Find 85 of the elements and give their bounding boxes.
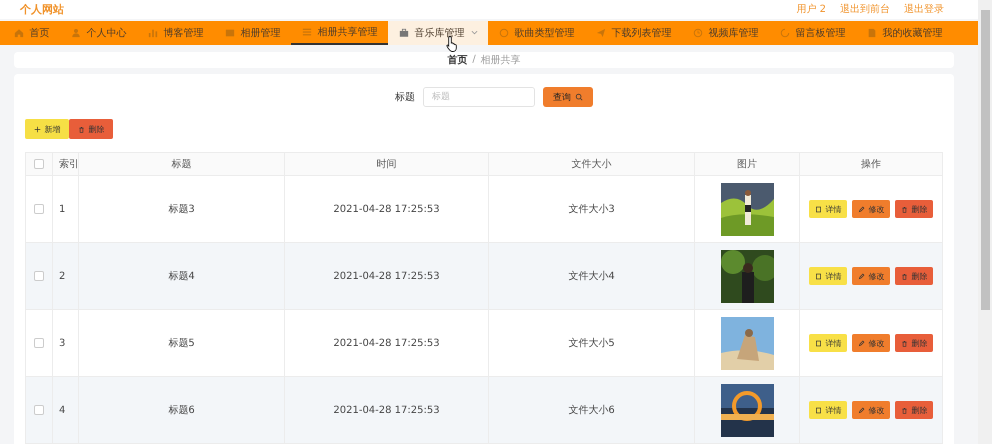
nav-item[interactable]: 我的收藏管理 [856,20,953,45]
nav-item[interactable]: 下载列表管理 [585,20,682,45]
checkbox[interactable] [34,204,44,214]
table-cell: 2021-04-28 17:25:53 [333,270,440,282]
nav-item[interactable]: 博客管理 [137,20,214,45]
add-button[interactable]: 新增 [25,119,69,139]
user-icon [70,28,80,38]
delete-button[interactable]: 删除 [69,119,113,139]
table-cell: 2021-04-28 17:25:53 [333,338,440,348]
detail-icon [814,406,822,414]
table-cell: 标题3 [168,204,195,215]
detail-button[interactable]: 详情 [809,200,847,218]
table-cell: 2021-04-28 17:25:53 [333,204,440,214]
table-cell: 4 [59,404,66,416]
table-cell: 文件大小6 [568,405,615,416]
detail-button[interactable]: 详情 [809,267,847,285]
edit-button[interactable]: 修改 [852,200,890,218]
table-cell: 2 [59,270,66,282]
edit-button[interactable]: 修改 [852,334,890,352]
list-icon [302,26,312,37]
table-cell: 3 [59,338,66,348]
delete-icon [900,340,908,346]
nav-item[interactable]: 视频库管理 [682,20,769,45]
nav-item[interactable]: 个人中心 [60,20,137,45]
column-header: 标题 [172,159,192,170]
edit-icon [858,206,864,212]
search-field[interactable]: 标题 [423,87,535,107]
detail-button[interactable]: 详情 [809,334,847,352]
delete-icon [78,126,84,132]
delete-button[interactable]: 删除 [895,401,933,419]
edit-icon [858,340,864,346]
edit-button[interactable]: 修改 [852,267,890,285]
delete-icon [900,406,908,414]
spinner-icon [780,28,790,38]
search-icon [575,93,583,101]
table-cell: 文件大小3 [568,204,615,215]
nav-item[interactable]: 相册管理 [214,20,291,45]
delete-button[interactable]: 删除 [895,200,933,218]
search-label: 标题 [395,90,415,104]
delete-button[interactable]: 删除 [895,334,933,352]
checkbox[interactable] [34,270,44,281]
column-header: 图片 [737,159,757,170]
briefcase-icon [398,28,408,38]
edit-button[interactable]: 修改 [852,401,890,419]
search-button[interactable]: 查询 [543,87,593,107]
column-header: 时间 [376,159,396,170]
nav-item[interactable]: 首页 [3,20,60,45]
column-header: 文件大小 [572,159,612,170]
file-icon [866,28,876,38]
breadcrumb-separator: / [472,54,476,66]
chart-icon [148,28,158,38]
column-header: 索引 [59,159,79,170]
clock-icon [692,28,702,38]
scrollbar-thumb[interactable] [980,10,990,310]
checkbox[interactable] [34,338,44,348]
delete-icon [900,272,908,280]
edit-icon [858,272,864,280]
checkbox[interactable] [34,158,44,169]
send-icon [596,28,606,38]
add-icon [34,126,40,132]
column-header: 操作 [861,159,881,170]
checkbox[interactable] [34,404,44,415]
nav-item[interactable]: 歌曲类型管理 [488,20,585,45]
table-cell: 标题6 [168,405,195,416]
header-link[interactable]: 退出登录 [904,2,944,16]
detail-icon [814,340,822,346]
nav-item[interactable]: 留言板管理 [769,20,856,45]
table-cell: 文件大小4 [568,271,615,282]
table-cell: 1 [59,204,66,214]
delete-icon [900,206,908,212]
table-cell: 标题4 [168,271,195,282]
detail-button[interactable]: 详情 [809,401,847,419]
detail-icon [814,272,822,280]
breadcrumb-item[interactable]: 首页 [447,52,468,67]
home-icon [14,28,24,38]
table-cell: 文件大小5 [568,338,615,349]
delete-button[interactable]: 删除 [895,267,933,285]
edit-icon [858,406,864,414]
site-title: 个人网站 [20,2,64,17]
ring-icon [498,28,508,38]
breadcrumb-item: 相册共享 [480,54,521,67]
table-cell: 2021-04-28 17:25:53 [333,404,440,416]
table-cell: 标题5 [168,338,195,349]
image-icon [224,28,234,38]
detail-icon [814,206,822,212]
